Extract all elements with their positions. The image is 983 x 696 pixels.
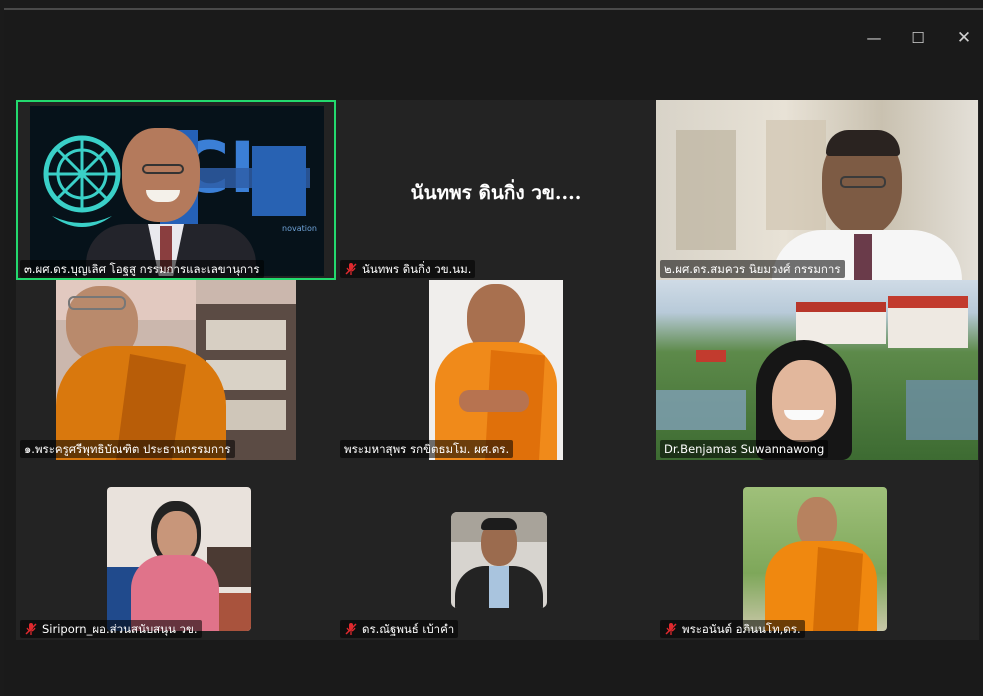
participant-tile[interactable]: นันทพร ดินกิ่ง วข.... นันทพร ดินกิ่ง วข.… [336,100,656,280]
participant-name-label: Siriporn_ผอ.ส่วนสนับสนุน วข. [20,620,202,638]
participant-face [122,128,200,222]
participant-video: ICI novation [30,106,324,276]
microphone-muted-icon [24,622,38,636]
participant-name-label: ๓.ผศ.ดร.บุญเลิศ โอฐสู กรรมการและเลขานุกา… [20,260,264,278]
gallery-view: ICI novation ๓.ผศ.ดร.บุญเลิศ โอฐสู กรรมก… [16,100,979,640]
participant-name-label: Dr.Benjamas Suwannawong [660,440,829,458]
participant-name-label: นันทพร ดินกิ่ง วข.นม. [340,260,476,278]
participant-photo [743,487,887,631]
participant-photo [107,487,251,631]
maximize-button[interactable]: ☐ [906,26,930,50]
participant-name-label: ๒.ผศ.ดร.สมควร นิยมวงศ์ กรรมการ [660,260,845,278]
microphone-muted-icon [344,262,358,276]
participant-tile[interactable]: พระมหาสุพร รกขิตธมโม. ผศ.ดร. [336,280,656,460]
participant-name-label: ๑.พระครูศรีพุทธิบัณฑิต ประธานกรรมการ [20,440,235,458]
participant-face [772,360,836,442]
participant-photo [451,512,547,608]
participant-tile[interactable]: ดร.ณัฐพนธ์ เบ้าคำ [336,460,656,640]
participant-video [656,280,978,460]
participant-tile[interactable]: ICI novation ๓.ผศ.ดร.บุญเลิศ โอฐสู กรรมก… [16,100,336,280]
title-bar: — ☐ ✕ [4,10,983,62]
close-button[interactable]: ✕ [952,26,976,50]
participant-tile[interactable]: ๒.ผศ.ดร.สมควร นิยมวงศ์ กรรมการ [656,100,978,280]
microphone-muted-icon [344,622,358,636]
participant-tile[interactable]: Siriporn_ผอ.ส่วนสนับสนุน วข. [16,460,336,640]
participant-tile[interactable]: ๑.พระครูศรีพุทธิบัณฑิต ประธานกรรมการ [16,280,336,460]
participant-tile[interactable]: Dr.Benjamas Suwannawong [656,280,978,460]
participant-video [656,100,978,280]
microphone-muted-icon [664,622,678,636]
participant-display-name: นันทพร ดินกิ่ง วข.... [410,182,582,204]
participant-name-label: ดร.ณัฐพนธ์ เบ้าคำ [340,620,459,638]
participant-photo [429,280,563,460]
participant-name-label: พระมหาสุพร รกขิตธมโม. ผศ.ดร. [340,440,514,458]
participant-tile[interactable]: พระอนันต์ อภินนโท,ดร. [656,460,978,640]
zoom-meeting-window: — ☐ ✕ ICI [4,8,983,696]
participant-name-label: พระอนันต์ อภินนโท,ดร. [660,620,805,638]
participant-video [56,280,296,460]
minimize-button[interactable]: — [862,26,886,50]
background-subtext: novation [282,224,317,233]
participant-face [157,511,197,561]
